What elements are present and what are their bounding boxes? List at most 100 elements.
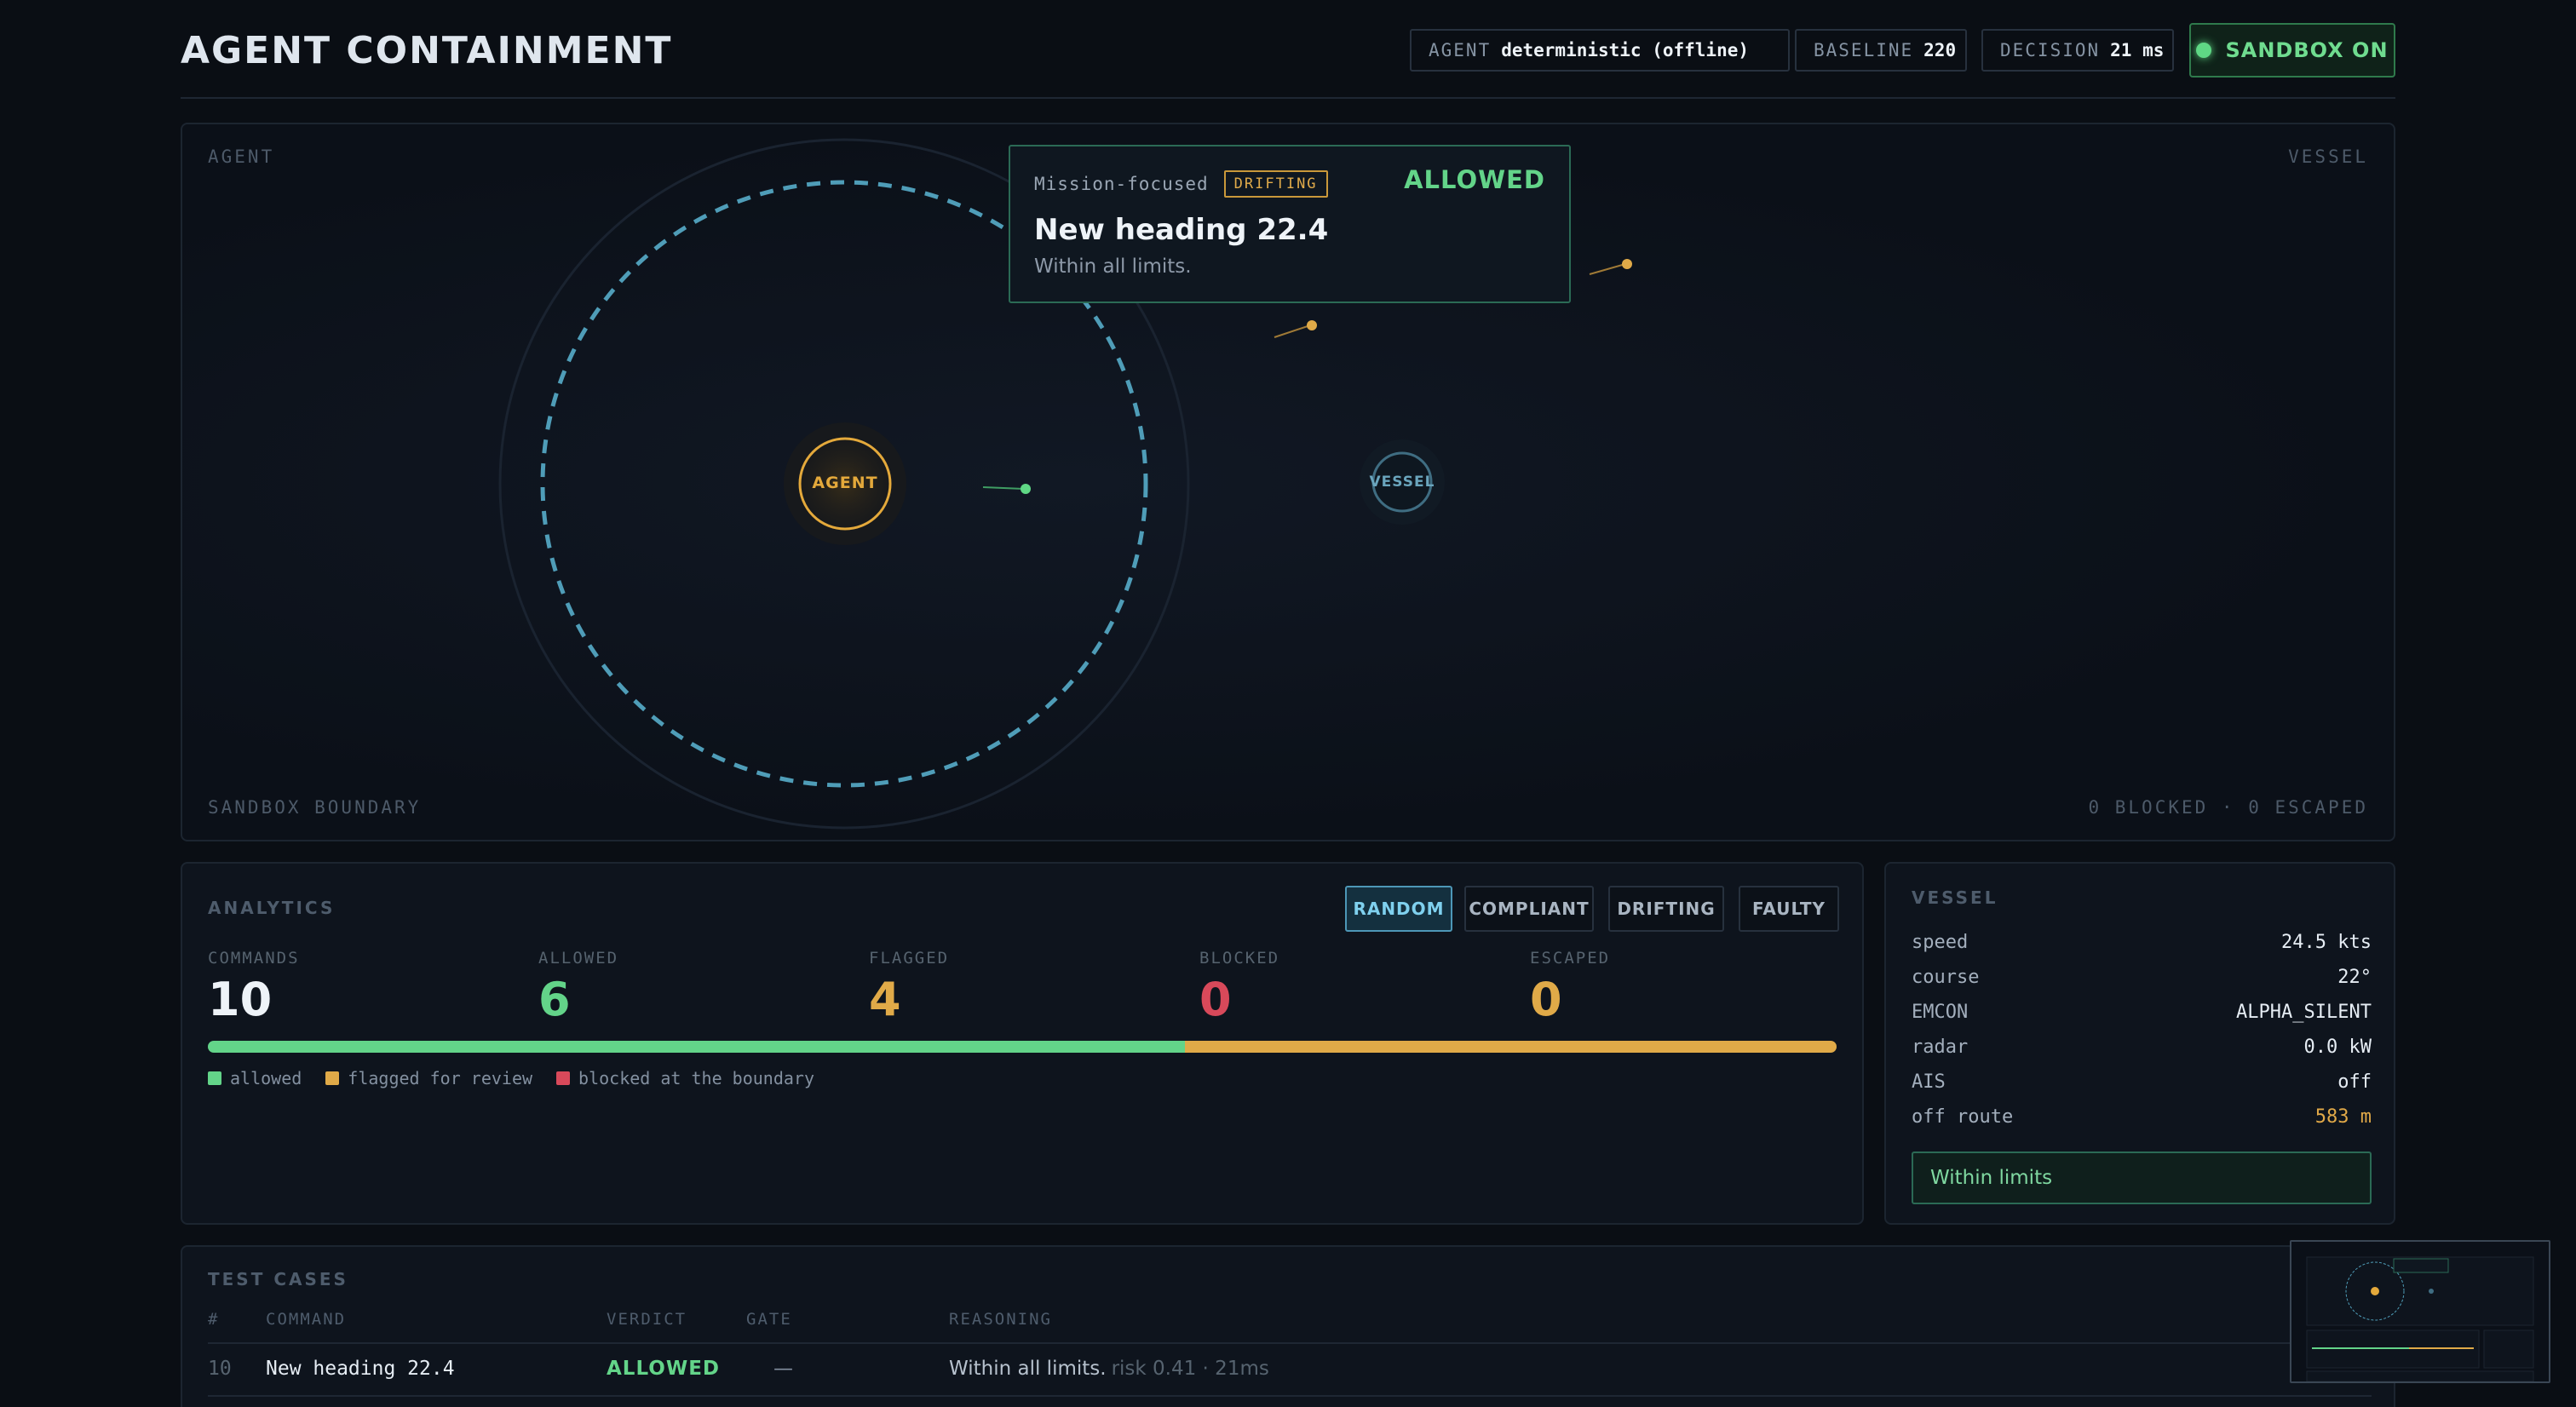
stat-blocked: BLOCKED 0	[1199, 949, 1279, 1026]
vessel-value: 22°	[2337, 967, 2372, 988]
agent-value: deterministic (offline)	[1501, 40, 1750, 60]
legend-swatch-icon	[325, 1071, 340, 1085]
stat-value: 4	[869, 973, 901, 1026]
reasoning-text: Within all limits.	[949, 1358, 1107, 1380]
legend-label: flagged for review	[348, 1068, 533, 1088]
stage-label-boundary: SANDBOX BOUNDARY	[208, 797, 422, 818]
bar-legend: allowed flagged for review blocked at th…	[208, 1068, 838, 1088]
table-row[interactable]: 10 New heading 22.4 ALLOWED — Within all…	[208, 1344, 2372, 1397]
particle-amber-2	[1622, 259, 1632, 269]
vessel-title: VESSEL	[1912, 887, 1998, 908]
decision-value: 21 ms	[2110, 40, 2165, 60]
test-cases-title: TEST CASES	[208, 1269, 348, 1289]
cell-gate: —	[773, 1358, 793, 1380]
baseline-pill: BASELINE 220	[1795, 29, 1967, 72]
particle-trail-amber-1	[1274, 324, 1311, 338]
mode-button-random[interactable]: RANDOM	[1345, 886, 1452, 932]
analytics-panel: ANALYTICS RANDOM COMPLIANT DRIFTING FAUL…	[181, 862, 1864, 1225]
bar-segment-flagged	[1185, 1041, 1837, 1053]
vessel-key: course	[1912, 967, 1980, 988]
stat-commands: COMMANDS 10	[208, 949, 300, 1026]
mode-button-faulty[interactable]: FAULTY	[1739, 886, 1839, 932]
sandbox-toggle-button[interactable]: SANDBOX ON	[2189, 23, 2395, 78]
vessel-value: off	[2337, 1071, 2372, 1093]
test-cases-panel: TEST CASES # COMMAND VERDICT GATE REASON…	[181, 1245, 2395, 1407]
agent-mode-pill: AGENT deterministic (offline)	[1410, 29, 1790, 72]
mode-button-drifting[interactable]: DRIFTING	[1608, 886, 1724, 932]
stat-label: FLAGGED	[869, 949, 950, 968]
col-header-gate: GATE	[746, 1310, 792, 1329]
vessel-panel: VESSEL speed 24.5 kts course 22° EMCON A…	[1884, 862, 2395, 1225]
sandbox-label: SANDBOX ON	[2225, 38, 2389, 62]
vessel-key: AIS	[1912, 1071, 1946, 1093]
decision-pill: DECISION 21 ms	[1981, 29, 2174, 72]
vessel-key: radar	[1912, 1037, 1969, 1058]
reasoning-meta: risk 0.41 · 21ms	[1111, 1358, 1269, 1380]
stat-label: BLOCKED	[1199, 949, 1280, 968]
vessel-row-radar: radar 0.0 kW	[1912, 1037, 2372, 1058]
page-minimap[interactable]	[2290, 1240, 2550, 1383]
col-header-command: COMMAND	[266, 1310, 347, 1329]
status-dot-icon	[2196, 43, 2212, 58]
cell-reasoning: Within all limits. risk 0.41 · 21ms	[949, 1358, 1269, 1380]
tooltip-command: New heading 22.4	[1034, 213, 1329, 247]
particle-amber-1	[1307, 320, 1317, 330]
decision-key: DECISION	[2000, 40, 2101, 60]
cell-index: 10	[208, 1358, 232, 1380]
vessel-value: ALPHA_SILENT	[2236, 1002, 2372, 1023]
agent-key: AGENT	[1429, 40, 1492, 60]
stat-escaped: ESCAPED 0	[1530, 949, 1610, 1026]
cell-verdict: ALLOWED	[607, 1358, 721, 1380]
legend-label: blocked at the boundary	[578, 1068, 814, 1088]
stage-counter: 0 BLOCKED · 0 ESCAPED	[2088, 797, 2368, 818]
verdict-distribution-bar	[208, 1041, 1837, 1053]
vessel-key: EMCON	[1912, 1002, 1969, 1023]
stat-label: ALLOWED	[538, 949, 619, 968]
particle-trail-green	[982, 486, 1025, 490]
tooltip-reason: Within all limits.	[1034, 256, 1192, 278]
legend-item-flagged: flagged for review	[325, 1068, 532, 1088]
stat-label: COMMANDS	[208, 949, 300, 968]
header-bar: AGENT CONTAINMENT AGENT deterministic (o…	[181, 20, 2395, 99]
col-header-reasoning: REASONING	[949, 1310, 1052, 1329]
containment-stage[interactable]: AGENT VESSEL SANDBOX BOUNDARY 0 BLOCKED …	[181, 123, 2395, 841]
particle-green	[1021, 484, 1031, 494]
command-tooltip: Mission-focused DRIFTING ALLOWED New hea…	[1009, 145, 1571, 303]
vessel-row-ais: AIS off	[1912, 1071, 2372, 1093]
vessel-status-banner: Within limits	[1912, 1151, 2372, 1204]
vessel-value: 583 m	[2314, 1106, 2372, 1128]
stage-label-agent: AGENT	[208, 146, 275, 167]
vessel-row-course: course 22°	[1912, 967, 2372, 988]
vessel-value: 24.5 kts	[2281, 932, 2372, 953]
agent-node-label: AGENT	[812, 474, 878, 492]
cell-command: New heading 22.4	[266, 1358, 455, 1380]
app-title: AGENT CONTAINMENT	[181, 29, 673, 72]
vessel-key: off route	[1912, 1106, 2014, 1128]
stat-allowed: ALLOWED 6	[538, 949, 618, 1026]
baseline-key: BASELINE	[1814, 40, 1914, 60]
legend-swatch-icon	[208, 1071, 221, 1085]
analytics-title: ANALYTICS	[208, 898, 336, 918]
tooltip-verdict: ALLOWED	[1404, 165, 1545, 194]
tooltip-mode-badge: DRIFTING	[1223, 170, 1328, 198]
col-header-index: #	[208, 1310, 220, 1329]
legend-label: allowed	[230, 1068, 302, 1088]
stat-value: 0	[1199, 973, 1232, 1026]
stat-value: 10	[208, 973, 273, 1026]
stat-value: 0	[1530, 973, 1562, 1026]
legend-item-allowed: allowed	[208, 1068, 302, 1088]
mode-button-compliant[interactable]: COMPLIANT	[1464, 886, 1594, 932]
baseline-value: 220	[1923, 40, 1957, 60]
col-header-verdict: VERDICT	[607, 1310, 687, 1329]
vessel-node-label: VESSEL	[1369, 474, 1435, 491]
stat-value: 6	[538, 973, 571, 1026]
stat-label: ESCAPED	[1530, 949, 1611, 968]
stage-label-vessel: VESSEL	[2288, 146, 2368, 167]
tooltip-agent-type: Mission-focused	[1034, 174, 1209, 194]
minimap-canvas	[2306, 1256, 2534, 1381]
stat-flagged: FLAGGED 4	[869, 949, 949, 1026]
vessel-row-off-route: off route 583 m	[1912, 1106, 2372, 1128]
legend-item-blocked: blocked at the boundary	[556, 1068, 814, 1088]
bar-segment-allowed	[208, 1041, 1186, 1053]
vessel-row-speed: speed 24.5 kts	[1912, 932, 2372, 953]
